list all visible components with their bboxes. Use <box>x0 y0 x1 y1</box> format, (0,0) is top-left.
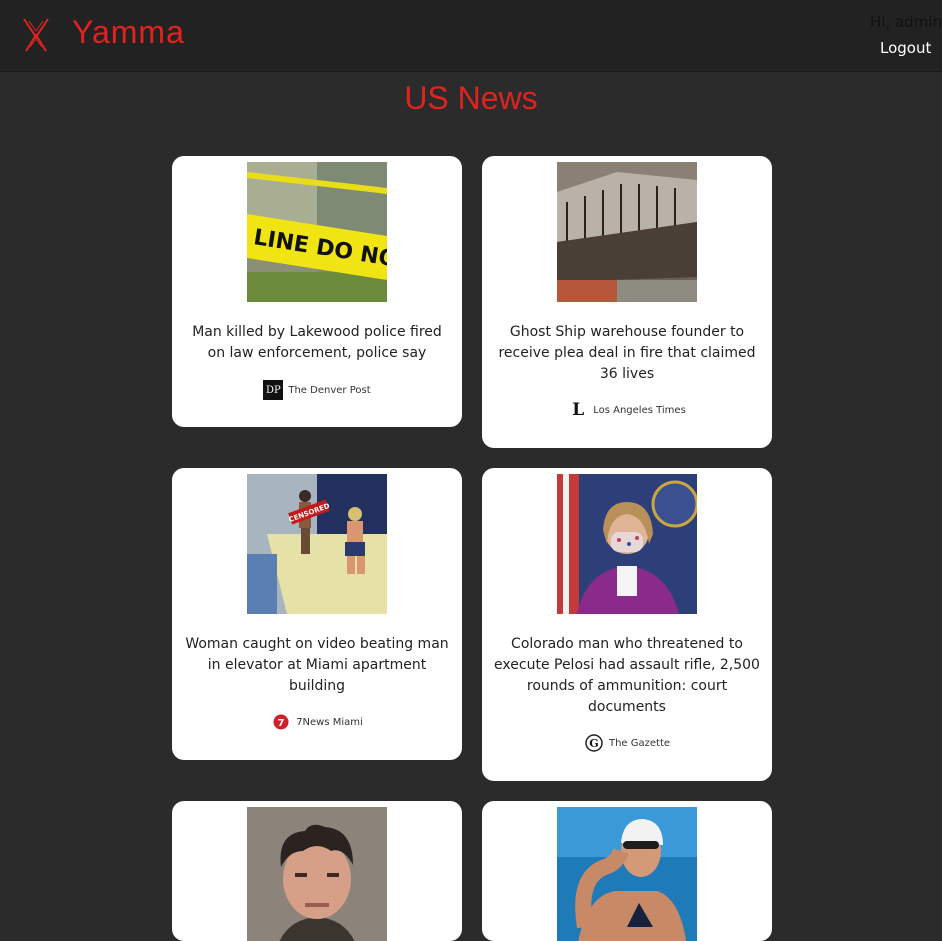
article-source: L Los Angeles Times <box>482 400 772 420</box>
denver-post-logo-icon: DP <box>263 380 284 400</box>
page-title: US News <box>404 80 538 116</box>
7news-logo-icon: 7 <box>271 712 291 732</box>
article-source: G The Gazette <box>482 733 772 753</box>
article-headline[interactable]: Ghost Ship warehouse founder to receive … <box>492 322 762 385</box>
swimmer-photo[interactable] <box>557 807 697 941</box>
brand-name[interactable]: Yamma <box>72 14 185 51</box>
article-headline[interactable]: Woman caught on video beating man in ele… <box>182 634 452 697</box>
mugshot-photo[interactable] <box>247 807 387 941</box>
article-headline[interactable]: Man killed by Lakewood police fired on l… <box>182 322 452 364</box>
top-navbar: Yamma Hi, admin Logout <box>0 0 942 72</box>
user-greeting: Hi, admin <box>870 13 942 31</box>
news-card[interactable]: Ghost Ship warehouse founder to receive … <box>482 156 772 448</box>
la-times-logo-icon: L <box>572 400 585 420</box>
gazette-logo-icon: G <box>584 733 604 753</box>
source-name: 7News Miami <box>296 716 363 728</box>
news-card[interactable] <box>172 801 462 941</box>
news-card[interactable]: LINE DO NOT CROSS Man killed by Lakewood… <box>172 156 462 427</box>
svg-text:G: G <box>589 737 598 750</box>
source-name: Los Angeles Times <box>593 404 686 416</box>
article-source: 7 7News Miami <box>172 712 462 732</box>
source-name: The Denver Post <box>288 384 371 396</box>
news-card[interactable] <box>482 801 772 941</box>
elevator-cctv-photo[interactable]: CENSORED <box>247 474 387 614</box>
svg-text:7: 7 <box>278 718 285 729</box>
article-headline[interactable]: Colorado man who threatened to execute P… <box>492 634 762 718</box>
scissors-x-icon[interactable] <box>20 17 52 53</box>
article-source: DP The Denver Post <box>172 380 462 400</box>
masked-speaker-photo[interactable] <box>557 474 697 614</box>
crime-scene-tape-photo[interactable]: LINE DO NOT CROSS <box>247 162 387 302</box>
source-name: The Gazette <box>608 737 671 749</box>
news-card[interactable]: Colorado man who threatened to execute P… <box>482 468 772 781</box>
logout-link[interactable]: Logout <box>880 39 931 57</box>
burned-warehouse-photo[interactable] <box>557 162 697 302</box>
news-card[interactable]: CENSORED Woman caught on video beating m… <box>172 468 462 760</box>
